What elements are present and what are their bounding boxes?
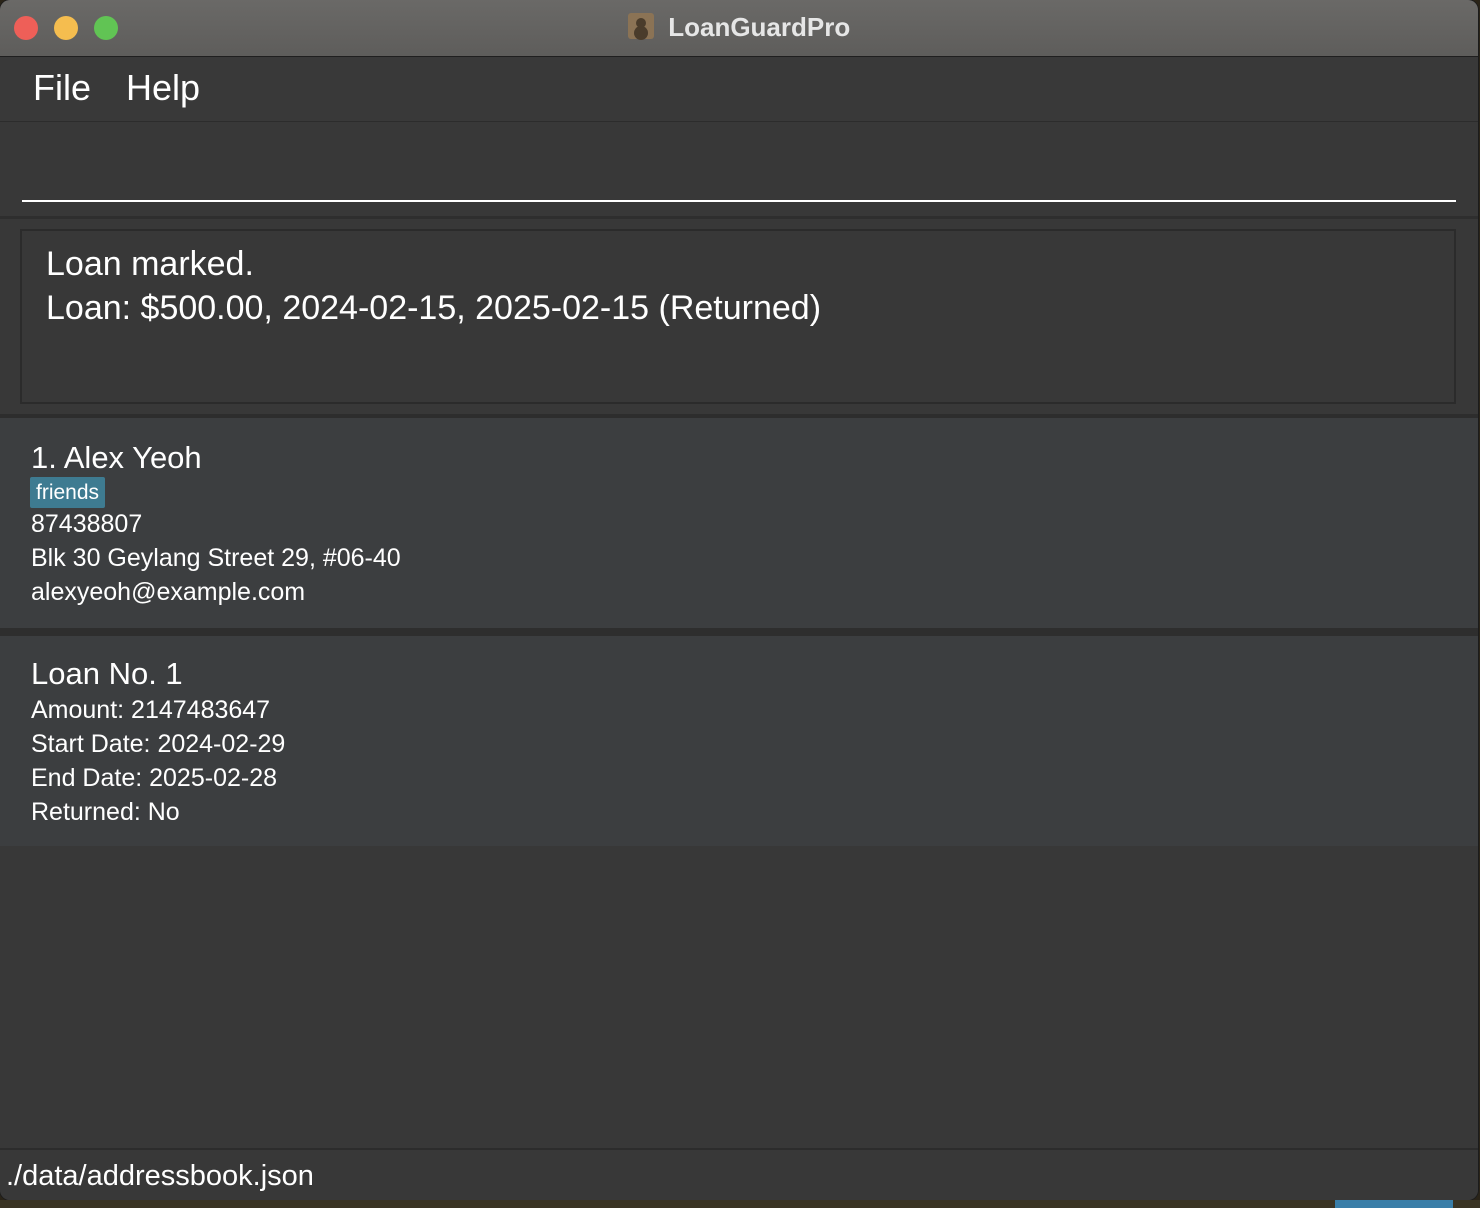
status-bar: ./data/addressbook.json xyxy=(0,1148,1478,1200)
command-box xyxy=(0,122,1478,219)
save-location-path: ./data/addressbook.json xyxy=(6,1160,314,1192)
app-window: LoanGuardPro File Help Loan marked. Loan… xyxy=(0,0,1478,1200)
loan-end-date: End Date: 2025-02-28 xyxy=(31,764,278,792)
person-email: alexyeoh@example.com xyxy=(31,578,306,606)
desktop-background xyxy=(0,1200,1480,1208)
person-card[interactable]: 1. Alex Yeoh friends 87438807 Blk 30 Gey… xyxy=(0,418,1478,628)
result-message-line2: Loan: $500.00, 2024-02-15, 2025-02-15 (R… xyxy=(46,289,822,327)
menu-file[interactable]: File xyxy=(33,67,91,109)
card-separator xyxy=(0,628,1478,636)
desktop-dock-accent xyxy=(1335,1200,1453,1208)
menu-bar: File Help xyxy=(0,57,1478,122)
result-display: Loan marked. Loan: $500.00, 2024-02-15, … xyxy=(20,229,1456,404)
loan-card[interactable]: Loan No. 1 Amount: 2147483647 Start Date… xyxy=(0,636,1478,846)
person-address: Blk 30 Geylang Street 29, #06-40 xyxy=(31,544,401,572)
title-bar[interactable]: LoanGuardPro xyxy=(0,0,1478,57)
command-input[interactable] xyxy=(22,142,1456,202)
result-message-line1: Loan marked. xyxy=(46,245,254,283)
loan-returned: Returned: No xyxy=(31,798,180,826)
tag-friends: friends xyxy=(30,477,106,508)
loan-title: Loan No. 1 xyxy=(31,656,183,691)
person-name: 1. Alex Yeoh xyxy=(31,440,202,475)
loan-amount: Amount: 2147483647 xyxy=(31,696,271,724)
person-phone: 87438807 xyxy=(31,510,143,538)
window-title-group: LoanGuardPro xyxy=(0,12,1478,44)
window-title: LoanGuardPro xyxy=(668,12,851,42)
menu-help[interactable]: Help xyxy=(126,67,200,109)
app-icon xyxy=(627,12,654,39)
loan-start-date: Start Date: 2024-02-29 xyxy=(31,730,286,758)
